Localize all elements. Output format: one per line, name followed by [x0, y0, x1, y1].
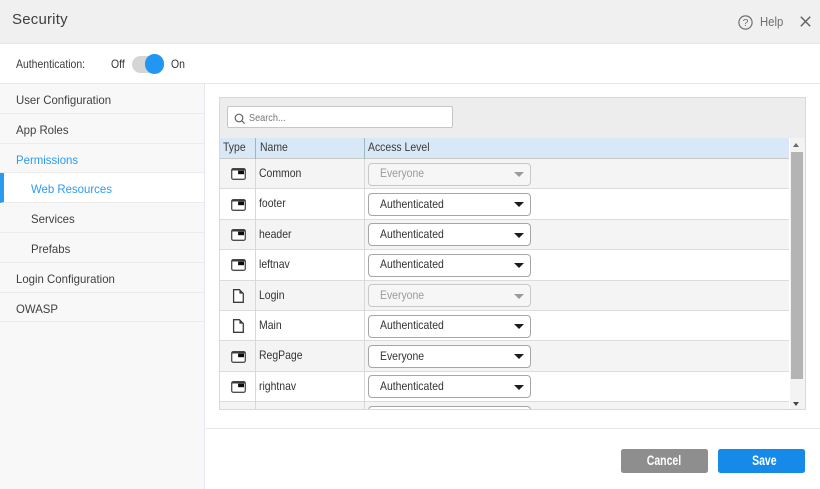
svg-text:?: ?: [743, 17, 749, 29]
